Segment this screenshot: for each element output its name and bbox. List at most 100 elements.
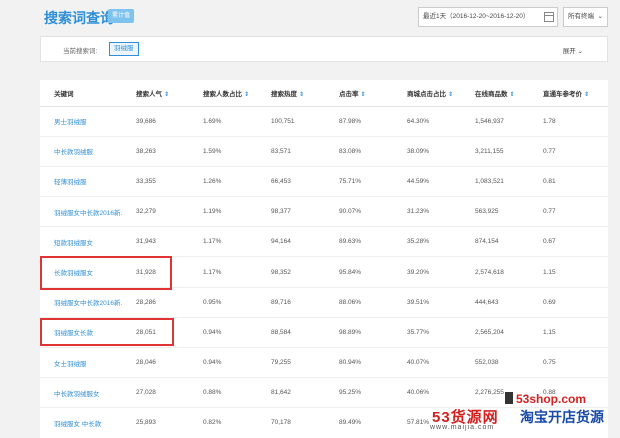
cell-mall-click-share: 40.07%	[393, 347, 461, 379]
cell-search-share: 0.88%	[189, 377, 257, 409]
cell-mall-click-share: 31.23%	[393, 196, 461, 228]
cell-search-heat: 66,453	[257, 166, 325, 198]
cell-search-share: 1.17%	[189, 226, 257, 258]
cell-mall-click-share: 35.28%	[393, 226, 461, 258]
cell-search-popularity: 25,893	[122, 407, 189, 438]
cell-ztc-price: 0.77	[529, 136, 608, 167]
cell-ctr: 88.06%	[325, 287, 393, 318]
cell-search-popularity: 28,286	[122, 287, 189, 318]
cell-search-share: 0.94%	[189, 347, 257, 379]
page-title: 搜索词查询	[44, 10, 114, 26]
cell-search-heat: 81,642	[257, 377, 325, 409]
cell-ctr: 83.08%	[325, 136, 393, 167]
cell-keyword[interactable]: 羽绒服女中长款2016新…	[40, 196, 122, 228]
sort-icon[interactable]: ⇕	[448, 92, 453, 98]
cell-search-heat: 98,352	[257, 256, 325, 288]
cell-keyword[interactable]: 中长款羽绒服	[40, 136, 122, 167]
cell-ztc-price: 1.15	[529, 256, 608, 288]
expand-label: 展开	[562, 48, 576, 55]
cell-mall-click-share: 39.20%	[393, 256, 461, 288]
cell-ctr: 80.94%	[325, 347, 393, 379]
col-header-search-popularity[interactable]: 搜索人气 ⇕	[122, 80, 189, 107]
sort-icon[interactable]: ⇕	[299, 92, 304, 98]
cell-keyword[interactable]: 短款羽绒服女	[40, 226, 122, 258]
cell-keyword[interactable]: 轻薄羽绒服	[40, 166, 122, 198]
col-header-ctr[interactable]: 点击率 ⇕	[325, 80, 393, 107]
col-header-mall-click-share[interactable]: 商城点击占比 ⇕	[393, 80, 461, 107]
sort-icon[interactable]: ⇕	[361, 92, 366, 98]
col-header-keyword: 关键词	[40, 80, 122, 107]
cell-search-popularity: 33,355	[122, 166, 189, 198]
cell-online-products: 552,038	[461, 347, 529, 379]
cell-ztc-price: 0.77	[529, 196, 608, 228]
cell-keyword[interactable]: 女士羽绒服	[40, 347, 122, 379]
highlight-box	[40, 256, 172, 290]
cell-keyword[interactable]: 中长款羽绒服女	[40, 377, 122, 409]
col-header-search-heat[interactable]: 搜索热度 ⇕	[257, 80, 325, 107]
sort-icon[interactable]: ⇕	[510, 92, 515, 98]
cell-ctr: 89.49%	[325, 407, 393, 438]
cumulative-badge[interactable]: 累计值	[108, 9, 135, 23]
expand-button[interactable]: 展开 ⌄	[563, 45, 583, 55]
cell-mall-click-share: 44.59%	[393, 166, 461, 198]
sort-icon[interactable]: ⇕	[244, 92, 249, 98]
table-row: 轻薄羽绒服 33,355 1.26% 66,453 75.71% 44.59% 1,083,…	[40, 166, 608, 198]
cell-online-products: 874,154	[461, 226, 529, 258]
cell-ztc-price: 0.81	[529, 166, 608, 198]
watermark-name-blue: 淘宝开店货源	[520, 409, 604, 425]
terminal-select-value: 所有终端	[568, 13, 594, 20]
cell-ztc-price: 0.75	[529, 347, 608, 379]
cell-search-share: 1.17%	[189, 256, 257, 288]
cell-online-products: 563,925	[461, 196, 529, 228]
table-header-row: 关键词 搜索人气 ⇕ 搜索人数占比 ⇕ 搜索热度 ⇕ 点击率 ⇕ 商城点击占比 ⇕ 在线商…	[40, 80, 608, 107]
cell-mall-click-share: 35.77%	[393, 317, 461, 349]
cell-search-popularity: 27,028	[122, 377, 189, 409]
watermark-url: 53shop.com	[516, 392, 587, 406]
cell-keyword[interactable]: 羽绒服女中长款2016新…	[40, 287, 122, 318]
filter-label: 当前搜索词:	[63, 48, 98, 55]
table-row: 短款羽绒服女 31,943 1.17% 94,164 89.63% 35.28% 874,1…	[40, 226, 608, 258]
cell-keyword[interactable]: 男士羽绒服	[40, 106, 122, 137]
calendar-icon[interactable]	[544, 12, 554, 22]
cell-mall-click-share: 38.09%	[393, 136, 461, 167]
filter-panel: 当前搜索词: 羽绒服 展开 ⌄	[40, 36, 608, 62]
cell-ctr: 98.89%	[325, 317, 393, 349]
cell-search-share: 1.26%	[189, 166, 257, 198]
table-row: 男士羽绒服 39,686 1.69% 100,751 87.98% 64.30% 1,546…	[40, 106, 608, 137]
cell-keyword[interactable]: 羽绒服女 中长款	[40, 407, 122, 438]
filter-tag[interactable]: 羽绒服	[109, 42, 139, 56]
sort-icon[interactable]: ⇕	[164, 92, 169, 98]
cell-search-share: 1.69%	[189, 106, 257, 137]
terminal-select[interactable]: 所有终端 ⌄	[563, 7, 608, 27]
cell-mall-click-share: 64.30%	[393, 106, 461, 137]
sort-icon[interactable]: ⇕	[584, 92, 589, 98]
date-range-picker[interactable]: 最近1天（2016-12-20~2016-12-20）	[418, 7, 558, 27]
cell-ctr: 90.07%	[325, 196, 393, 228]
cell-online-products: 444,643	[461, 287, 529, 318]
cell-search-heat: 79,255	[257, 347, 325, 379]
cell-search-share: 0.94%	[189, 317, 257, 349]
col-header-online-products[interactable]: 在线商品数 ⇕	[461, 80, 529, 107]
col-header-ztc-price[interactable]: 直通车参考价 ⇕	[529, 80, 608, 107]
cell-search-popularity: 31,943	[122, 226, 189, 258]
cell-search-heat: 89,716	[257, 287, 325, 318]
col-header-search-share[interactable]: 搜索人数占比 ⇕	[189, 80, 257, 107]
cell-ctr: 87.98%	[325, 106, 393, 137]
cell-ctr: 95.84%	[325, 256, 393, 288]
cell-ztc-price: 0.69	[529, 287, 608, 318]
cell-search-share: 1.59%	[189, 136, 257, 167]
cell-online-products: 2,565,204	[461, 317, 529, 349]
cell-search-share: 1.19%	[189, 196, 257, 228]
highlight-box	[40, 318, 174, 346]
chevron-down-icon: ⌄	[577, 48, 583, 55]
cell-ctr: 89.63%	[325, 226, 393, 258]
cell-online-products: 3,211,155	[461, 136, 529, 167]
table-row: 女士羽绒服 28,046 0.94% 79,255 80.94% 40.07% 552,03…	[40, 347, 608, 379]
table-row: 羽绒服女中长款2016新… 32,279 1.19% 98,377 90.07% 31.2…	[40, 196, 608, 228]
cell-mall-click-share: 39.51%	[393, 287, 461, 318]
cell-ztc-price: 0.67	[529, 226, 608, 258]
cell-online-products: 2,574,618	[461, 256, 529, 288]
cell-search-heat: 94,164	[257, 226, 325, 258]
cell-ctr: 95.25%	[325, 377, 393, 409]
cell-search-popularity: 32,279	[122, 196, 189, 228]
